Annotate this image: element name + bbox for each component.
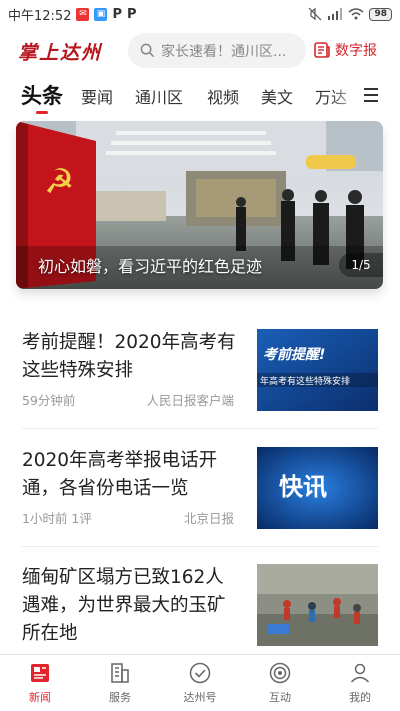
nav-label: 达州号 bbox=[183, 691, 217, 704]
thumbnail-headline: 考前提醒! bbox=[263, 346, 325, 363]
divider bbox=[22, 546, 378, 547]
news-thumbnail bbox=[257, 564, 378, 646]
nav-label: 新闻 bbox=[29, 691, 51, 704]
notification-app-icon: ✉ bbox=[76, 7, 90, 21]
newspaper-icon bbox=[314, 42, 330, 58]
menu-icon[interactable] bbox=[364, 88, 378, 106]
nav-dazhouhao[interactable]: 达州号 bbox=[160, 655, 240, 711]
tab-fade bbox=[330, 80, 362, 110]
news-time: 1小时前 1评 bbox=[22, 511, 92, 526]
mute-icon bbox=[309, 7, 322, 21]
profile-icon bbox=[350, 663, 370, 683]
signal-icon bbox=[328, 8, 343, 20]
wifi-icon bbox=[348, 8, 364, 20]
digital-paper-label: 数字报 bbox=[335, 43, 377, 59]
battery-indicator: 98 bbox=[369, 7, 392, 21]
nav-label: 服务 bbox=[109, 691, 131, 704]
status-bar: 中午12:52 ✉ ▣ P P 98 bbox=[0, 0, 400, 28]
thumbnail-headline: 快讯 bbox=[279, 472, 327, 501]
search-input[interactable]: 家长速看！通川区... bbox=[128, 33, 306, 68]
banner-page-counter: 1/5 bbox=[339, 253, 383, 277]
bottom-navigation: 新闻 服务 达州号 互动 我的 bbox=[0, 654, 400, 711]
app-header: 掌上达州 家长速看！通川区... 数字报 bbox=[0, 32, 400, 70]
news-title: 2020年高考举报电话开通，各省份电话一览 bbox=[22, 450, 218, 499]
news-item[interactable]: 缅甸矿区塌方已致162人遇难，为世界最大的玉矿所在地 1小时前 1评 新京报 bbox=[22, 564, 378, 668]
news-source: 北京日报 bbox=[183, 511, 234, 526]
divider bbox=[22, 428, 378, 429]
notification-app-icon: ▣ bbox=[94, 7, 108, 21]
nav-news[interactable]: 新闻 bbox=[0, 655, 80, 711]
news-item[interactable]: 2020年高考举报电话开通，各省份电话一览 1小时前 1评 北京日报 快讯 bbox=[22, 447, 378, 529]
p-app-icon: P bbox=[112, 6, 122, 22]
news-item[interactable]: 考前提醒！2020年高考有这些特殊安排 59分钟前 人民日报客户端 考前提醒! … bbox=[22, 329, 378, 413]
svg-text:☭: ☭ bbox=[44, 162, 74, 202]
news-title: 缅甸矿区塌方已致162人遇难，为世界最大的玉矿所在地 bbox=[22, 567, 226, 644]
active-tab-indicator bbox=[36, 111, 48, 114]
tab-video[interactable]: 视频 bbox=[207, 84, 239, 108]
nav-profile[interactable]: 我的 bbox=[320, 655, 400, 711]
p-app-icon: P bbox=[127, 6, 137, 22]
status-time: 中午12:52 bbox=[8, 8, 72, 24]
tab-tongchuan[interactable]: 通川区 bbox=[135, 84, 183, 108]
nav-service[interactable]: 服务 bbox=[80, 655, 160, 711]
thumbnail-image: 考前提醒! 年高考有这些特殊安排 bbox=[257, 329, 378, 411]
search-icon bbox=[140, 43, 155, 58]
thumbnail-image: 快讯 bbox=[257, 447, 378, 529]
tab-key-news[interactable]: 要闻 bbox=[81, 84, 113, 108]
news-thumbnail: 快讯 bbox=[257, 447, 378, 529]
news-source: 人民日报客户端 bbox=[146, 393, 234, 408]
nav-label: 互动 bbox=[269, 691, 291, 704]
nav-label: 我的 bbox=[349, 691, 371, 704]
news-icon bbox=[31, 664, 49, 682]
banner-caption: 初心如磐，看习近平的红色足迹 bbox=[38, 257, 263, 276]
app-logo: 掌上达州 bbox=[18, 42, 103, 64]
tab-essays[interactable]: 美文 bbox=[261, 84, 293, 108]
news-time: 59分钟前 bbox=[22, 393, 76, 408]
tab-headlines[interactable]: 头条 bbox=[21, 80, 63, 110]
news-title: 考前提醒！2020年高考有这些特殊安排 bbox=[22, 332, 236, 381]
nav-interact[interactable]: 互动 bbox=[240, 655, 320, 711]
news-thumbnail: 考前提醒! 年高考有这些特殊安排 bbox=[257, 329, 378, 411]
featured-banner[interactable]: ☭ 初心如磐，看习近平的红色足迹 1/5 bbox=[16, 121, 383, 289]
check-circle-icon bbox=[189, 662, 211, 684]
service-icon bbox=[111, 663, 129, 683]
target-icon bbox=[269, 662, 291, 684]
thumbnail-subtitle: 年高考有这些特殊安排 bbox=[260, 375, 350, 387]
search-placeholder: 家长速看！通川区... bbox=[161, 43, 287, 60]
thumbnail-image bbox=[257, 564, 378, 646]
digital-paper-button[interactable]: 数字报 bbox=[313, 40, 377, 60]
channel-tabs: 头条 要闻 通川区 视频 美文 万达 bbox=[0, 80, 400, 116]
